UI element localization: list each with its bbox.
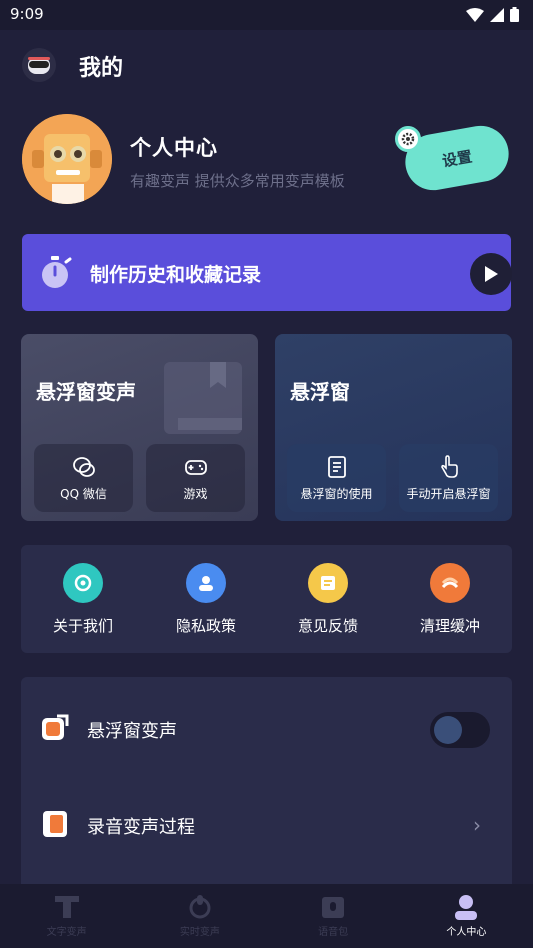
qq-wechat-label: QQ 微信: [60, 486, 107, 501]
profile-subtitle: 有趣变声 提供众多常用变声模板: [130, 172, 345, 190]
profile-section: 个人中心 有趣变声 提供众多常用变声模板 设置: [0, 108, 533, 218]
privacy-policy-button[interactable]: 隐私政策: [156, 563, 256, 643]
nav-personal-center-label: 个人中心: [446, 927, 487, 938]
float-voice-title: 悬浮窗变声: [36, 380, 136, 404]
nav-realtime-voice-label: 实时变声: [179, 927, 220, 938]
float-voice-icon: [42, 714, 69, 740]
game-label: 游戏: [183, 486, 208, 501]
gear-icon: [395, 126, 421, 152]
wifi-icon: [466, 7, 484, 22]
battery-icon: [510, 7, 519, 22]
history-label: 制作历史和收藏记录: [90, 264, 262, 286]
status-bar: 9:09: [0, 0, 533, 30]
privacy-icon: [186, 563, 226, 603]
chat-bubble-icon: [72, 456, 95, 477]
game-button[interactable]: 游戏: [146, 444, 245, 512]
float-voice-row[interactable]: 悬浮窗变声: [21, 681, 512, 771]
hand-pointer-icon: [440, 454, 458, 478]
person-icon: [455, 895, 478, 920]
nav-text-voice-label: 文字变声: [46, 927, 87, 938]
nav-personal-center[interactable]: 个人中心: [400, 884, 533, 948]
float-window-usage-label: 悬浮窗的使用: [300, 486, 373, 501]
feedback-icon: [308, 563, 348, 603]
settings-list: 悬浮窗变声 录音变声过程 ›: [21, 677, 512, 897]
stopwatch-icon: [42, 256, 72, 288]
manual-float-button[interactable]: 手动开启悬浮窗: [399, 444, 498, 512]
signal-icon: [490, 7, 504, 22]
header: 我的: [0, 30, 533, 98]
play-icon[interactable]: [470, 253, 512, 295]
about-us-button[interactable]: 关于我们: [33, 563, 133, 643]
quick-actions: 关于我们 隐私政策 意见反馈 清理缓冲: [21, 545, 512, 653]
about-us-label: 关于我们: [52, 617, 113, 635]
page-title: 我的: [79, 56, 124, 81]
profile-avatar[interactable]: [22, 114, 112, 204]
float-window-usage-button[interactable]: 悬浮窗的使用: [287, 444, 386, 512]
mic-hand-icon: [189, 895, 211, 919]
text-T-icon: [54, 896, 79, 918]
float-voice-card[interactable]: 悬浮窗变声 QQ 微信 游戏: [21, 334, 258, 521]
privacy-policy-label: 隐私政策: [175, 617, 236, 635]
gamepad-icon: [184, 459, 207, 475]
float-voice-row-label: 悬浮窗变声: [87, 721, 177, 742]
record-process-label: 录音变声过程: [87, 817, 195, 838]
status-icons: [466, 7, 519, 22]
history-card[interactable]: 制作历史和收藏记录: [22, 234, 512, 311]
clear-cache-button[interactable]: 清理缓冲: [400, 563, 500, 643]
nav-realtime-voice[interactable]: 实时变声: [133, 884, 266, 948]
float-voice-toggle[interactable]: [430, 712, 490, 748]
profile-name: 个人中心: [130, 136, 218, 160]
robot-avatar-icon[interactable]: [22, 48, 56, 82]
record-process-row[interactable]: 录音变声过程 ›: [21, 777, 512, 867]
qq-wechat-button[interactable]: QQ 微信: [34, 444, 133, 512]
chevron-right-icon: ›: [473, 813, 481, 837]
settings-label: 设置: [440, 147, 474, 170]
document-icon: [327, 455, 346, 478]
feedback-label: 意见反馈: [297, 617, 358, 635]
voice-pack-icon: [322, 897, 345, 918]
toggle-knob: [434, 716, 462, 744]
book-decoration-icon: [164, 362, 242, 434]
nav-text-voice[interactable]: 文字变声: [0, 884, 133, 948]
nav-voice-pack[interactable]: 语音包: [267, 884, 400, 948]
feedback-button[interactable]: 意见反馈: [278, 563, 378, 643]
manual-float-label: 手动开启悬浮窗: [406, 486, 491, 501]
nav-voice-pack-label: 语音包: [318, 927, 349, 938]
about-icon: [63, 563, 103, 603]
clear-cache-icon: [430, 563, 470, 603]
clear-cache-label: 清理缓冲: [419, 617, 480, 635]
bottom-nav: 文字变声 实时变声 语音包 个人中心: [0, 884, 533, 948]
record-process-icon: [43, 811, 67, 837]
status-time: 9:09: [10, 5, 44, 23]
float-window-card[interactable]: 悬浮窗 悬浮窗的使用 手动开启悬浮窗: [275, 334, 512, 521]
float-window-title: 悬浮窗: [290, 380, 350, 404]
